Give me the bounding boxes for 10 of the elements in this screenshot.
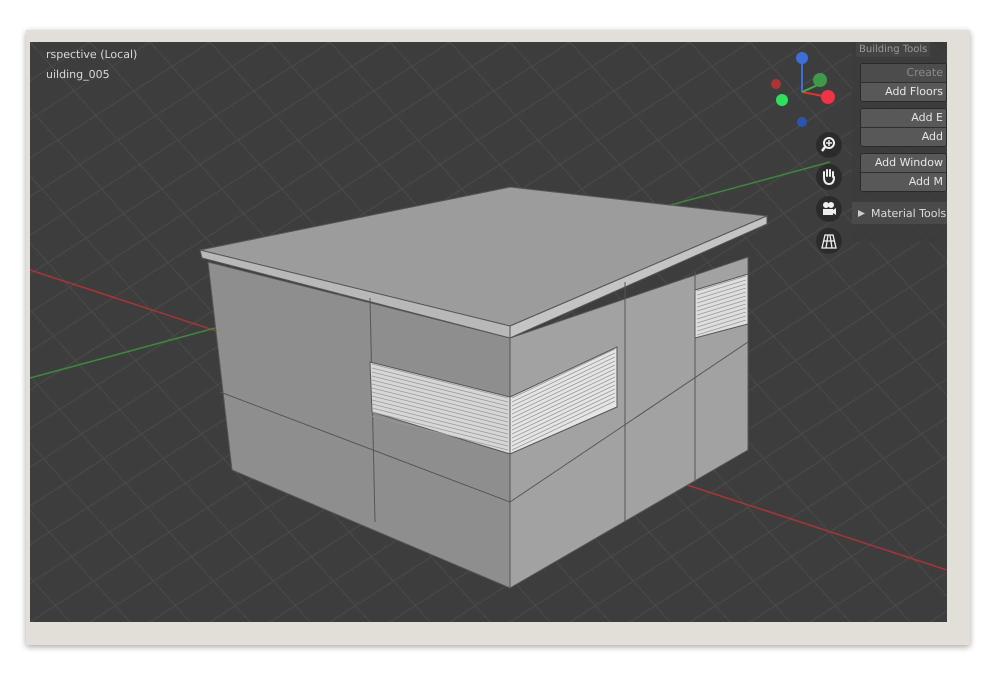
view-label: rspective (Local): [46, 48, 138, 61]
tool-button[interactable]: Add Window: [861, 154, 946, 172]
tool-button[interactable]: Add: [861, 127, 946, 146]
tool-button[interactable]: Add M: [861, 172, 946, 191]
tool-button[interactable]: Add Floors: [861, 82, 946, 101]
section-header[interactable]: Material Tools: [852, 202, 947, 224]
object-name: uilding_005: [46, 68, 110, 81]
panel-title: Building Tools: [856, 42, 930, 57]
tool-button[interactable]: Add E: [861, 109, 946, 127]
section-label: Material Tools: [871, 206, 946, 220]
